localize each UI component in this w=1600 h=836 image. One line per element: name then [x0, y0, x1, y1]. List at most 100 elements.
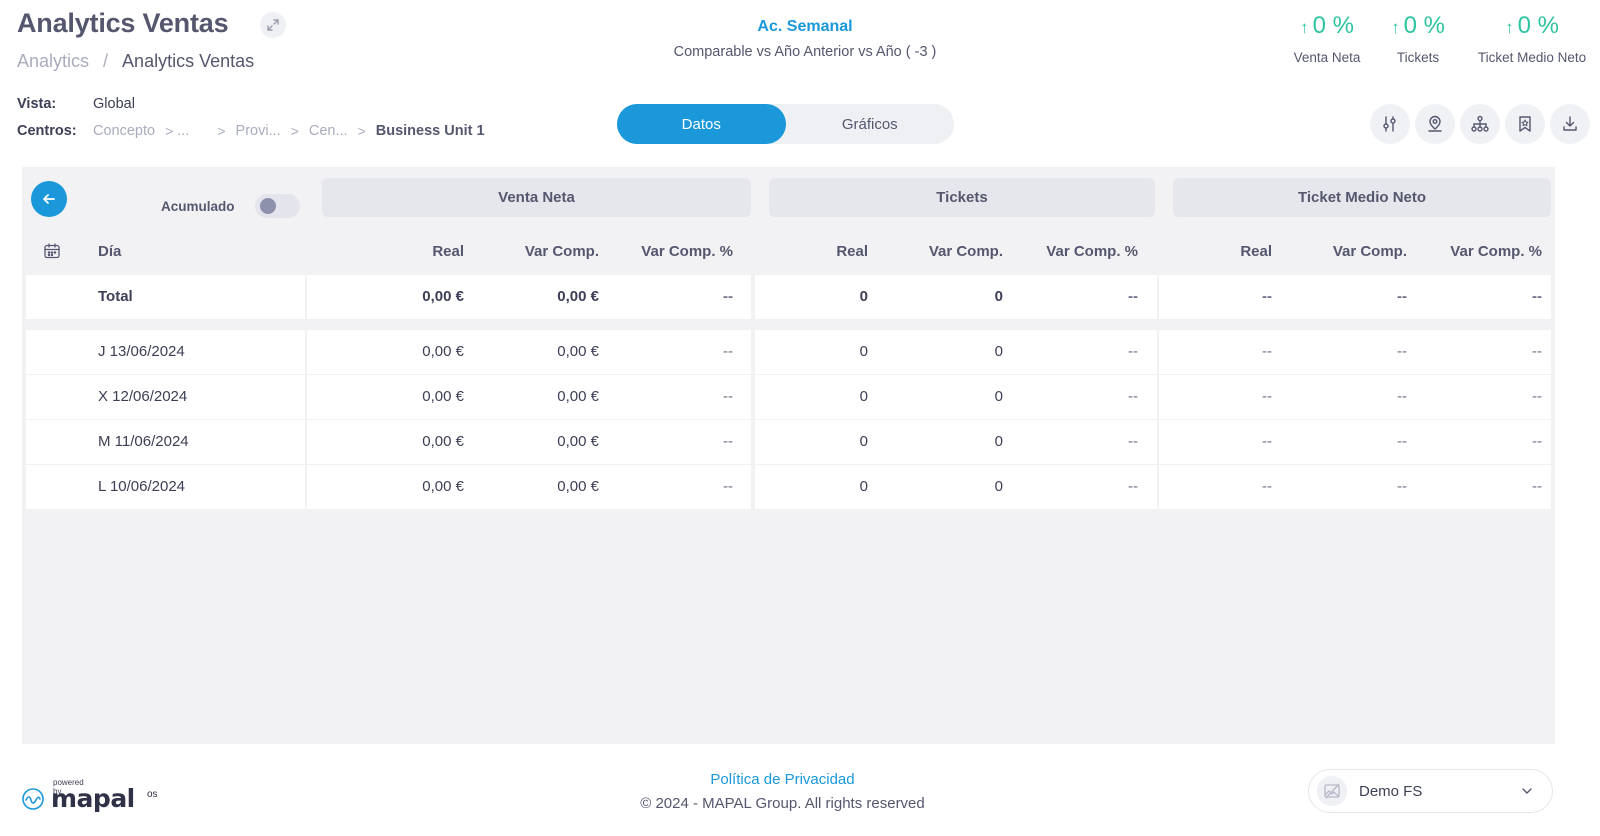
- table-row[interactable]: M 11/06/2024 0,00 € 0,00 € -- 0 0 -- -- -- --: [26, 420, 1551, 464]
- table-row[interactable]: L 10/06/2024 0,00 € 0,00 € -- 0 0 -- -- -- --: [26, 465, 1551, 509]
- arrow-up-icon: ↑: [1300, 18, 1309, 37]
- breadcrumb-current: Analytics Ventas: [122, 51, 255, 71]
- kpi-value: 0 %: [1517, 12, 1559, 39]
- hierarchy-icon: [1471, 115, 1489, 132]
- cell-real: 0,00 €: [422, 343, 464, 360]
- mapal-wave-icon: [22, 788, 44, 810]
- row-day: L 10/06/2024: [98, 478, 186, 495]
- column-header-var-comp-pct[interactable]: Var Comp. %: [1046, 243, 1138, 260]
- cell-var-comp: 0: [994, 433, 1003, 450]
- centros-path-item[interactable]: Cen...: [309, 123, 348, 139]
- location-button[interactable]: [1415, 104, 1455, 144]
- centros-filter: Centros: Concepto > ... > Provi... > Cen…: [17, 123, 485, 139]
- logo-wordmark: mapal: [51, 784, 135, 813]
- row-day: M 11/06/2024: [98, 433, 189, 450]
- cell-var-comp: 0: [994, 388, 1003, 405]
- breadcrumb-analytics-link[interactable]: Analytics: [17, 51, 89, 72]
- column-header-dia[interactable]: Día: [98, 243, 121, 260]
- kpi-ticket-medio-neto: ↑ 0 % Ticket Medio Neto: [1464, 12, 1600, 65]
- cell-var-comp: --: [1397, 478, 1407, 495]
- column-header-var-comp[interactable]: Var Comp.: [929, 243, 1003, 260]
- acumulado-toggle[interactable]: [255, 194, 300, 218]
- table-cell-bg: [307, 420, 751, 464]
- group-header-ticket-medio-neto: Ticket Medio Neto: [1173, 178, 1551, 217]
- cell-var-comp-pct: --: [723, 388, 733, 405]
- centros-path-item[interactable]: Concepto: [93, 123, 155, 139]
- page-title: Analytics Ventas: [17, 8, 229, 38]
- hierarchy-button[interactable]: [1460, 104, 1500, 144]
- total-row: Total 0,00 € 0,00 € -- 0 0 -- -- -- --: [26, 275, 1551, 319]
- cell-var-comp-pct: --: [1128, 288, 1138, 305]
- centros-path-item[interactable]: ...: [177, 123, 189, 139]
- cell-var-comp-pct: --: [1532, 433, 1542, 450]
- group-header-tickets: Tickets: [769, 178, 1155, 217]
- column-header-var-comp-pct[interactable]: Var Comp. %: [1450, 243, 1542, 260]
- centros-label: Centros:: [17, 123, 77, 139]
- table-cell-bg: [26, 275, 305, 319]
- table-cell-bg: [1159, 375, 1551, 419]
- cell-var-comp-pct: --: [1128, 388, 1138, 405]
- toolbar: [1370, 104, 1590, 144]
- chevron-right-icon: >: [165, 123, 174, 139]
- table-row[interactable]: J 13/06/2024 0,00 € 0,00 € -- 0 0 -- -- -- --: [26, 330, 1551, 374]
- centros-path-item[interactable]: Provi...: [236, 123, 281, 139]
- arrow-up-icon: ↑: [1391, 18, 1400, 37]
- account-selector[interactable]: Demo FS: [1308, 769, 1553, 813]
- table-cell-bg: [1159, 330, 1551, 374]
- chevron-down-icon: [1522, 788, 1532, 794]
- cell-var-comp-pct: --: [1532, 478, 1542, 495]
- cell-var-comp: 0,00 €: [557, 388, 599, 405]
- acumulado-label: Acumulado: [161, 199, 235, 214]
- chevron-right-icon: >: [290, 123, 299, 139]
- filters-button[interactable]: [1370, 104, 1410, 144]
- calendar-icon[interactable]: [43, 242, 61, 260]
- table-cell-bg: [755, 420, 1157, 464]
- cell-real: 0: [859, 433, 868, 450]
- table-cell-bg: [1159, 275, 1551, 319]
- row-day: X 12/06/2024: [98, 388, 188, 405]
- view-toggle: Datos Gráficos: [617, 104, 954, 144]
- bookmark-button[interactable]: [1505, 104, 1545, 144]
- column-header-var-comp[interactable]: Var Comp.: [1333, 243, 1407, 260]
- expand-button[interactable]: [260, 12, 286, 38]
- vista-label: Vista:: [17, 96, 57, 112]
- account-name: Demo FS: [1359, 782, 1423, 800]
- cell-var-comp: 0: [994, 288, 1003, 305]
- privacy-policy-link[interactable]: Política de Privacidad: [580, 771, 985, 788]
- kpi-summary: ↑ 0 % Venta Neta ↑ 0 % Tickets ↑ 0 % Ticket…: [1282, 12, 1600, 65]
- table-row[interactable]: X 12/06/2024 0,00 € 0,00 € -- 0 0 -- -- -- --: [26, 375, 1551, 419]
- kpi-value: 0 %: [1403, 12, 1445, 39]
- column-header-real[interactable]: Real: [836, 243, 868, 260]
- table-cell-bg: [1159, 465, 1551, 509]
- column-header-real[interactable]: Real: [1240, 243, 1272, 260]
- cell-var-comp-pct: --: [1532, 388, 1542, 405]
- download-button[interactable]: [1550, 104, 1590, 144]
- datos-tab[interactable]: Datos: [617, 104, 786, 144]
- cell-real: 0,00 €: [422, 388, 464, 405]
- avatar: [1317, 776, 1347, 806]
- vista-filter: Vista: Global: [17, 96, 135, 112]
- cell-var-comp-pct: --: [1128, 478, 1138, 495]
- download-icon: [1563, 116, 1577, 131]
- cell-var-comp-pct: --: [1532, 288, 1542, 305]
- column-header-real[interactable]: Real: [432, 243, 464, 260]
- graficos-tab[interactable]: Gráficos: [786, 104, 955, 144]
- column-header-var-comp-pct[interactable]: Var Comp. %: [641, 243, 733, 260]
- column-header-var-comp[interactable]: Var Comp.: [525, 243, 599, 260]
- back-button[interactable]: [31, 181, 67, 217]
- centros-path-current[interactable]: Business Unit 1: [376, 123, 485, 139]
- cell-real: 0,00 €: [422, 288, 464, 305]
- cell-var-comp-pct: --: [723, 478, 733, 495]
- bookmark-star-icon: [1519, 116, 1531, 132]
- cell-real: 0: [859, 288, 868, 305]
- table-cell-bg: [307, 275, 751, 319]
- breadcrumb: Analytics / Analytics Ventas: [17, 51, 254, 72]
- breadcrumb-separator: /: [103, 51, 109, 71]
- table-cell-bg: [1159, 420, 1551, 464]
- cell-real: 0,00 €: [422, 433, 464, 450]
- table-cell-bg: [307, 465, 751, 509]
- toggle-knob: [260, 198, 276, 214]
- cell-var-comp: 0: [994, 478, 1003, 495]
- vista-value[interactable]: Global: [93, 96, 135, 112]
- cell-var-comp: --: [1397, 343, 1407, 360]
